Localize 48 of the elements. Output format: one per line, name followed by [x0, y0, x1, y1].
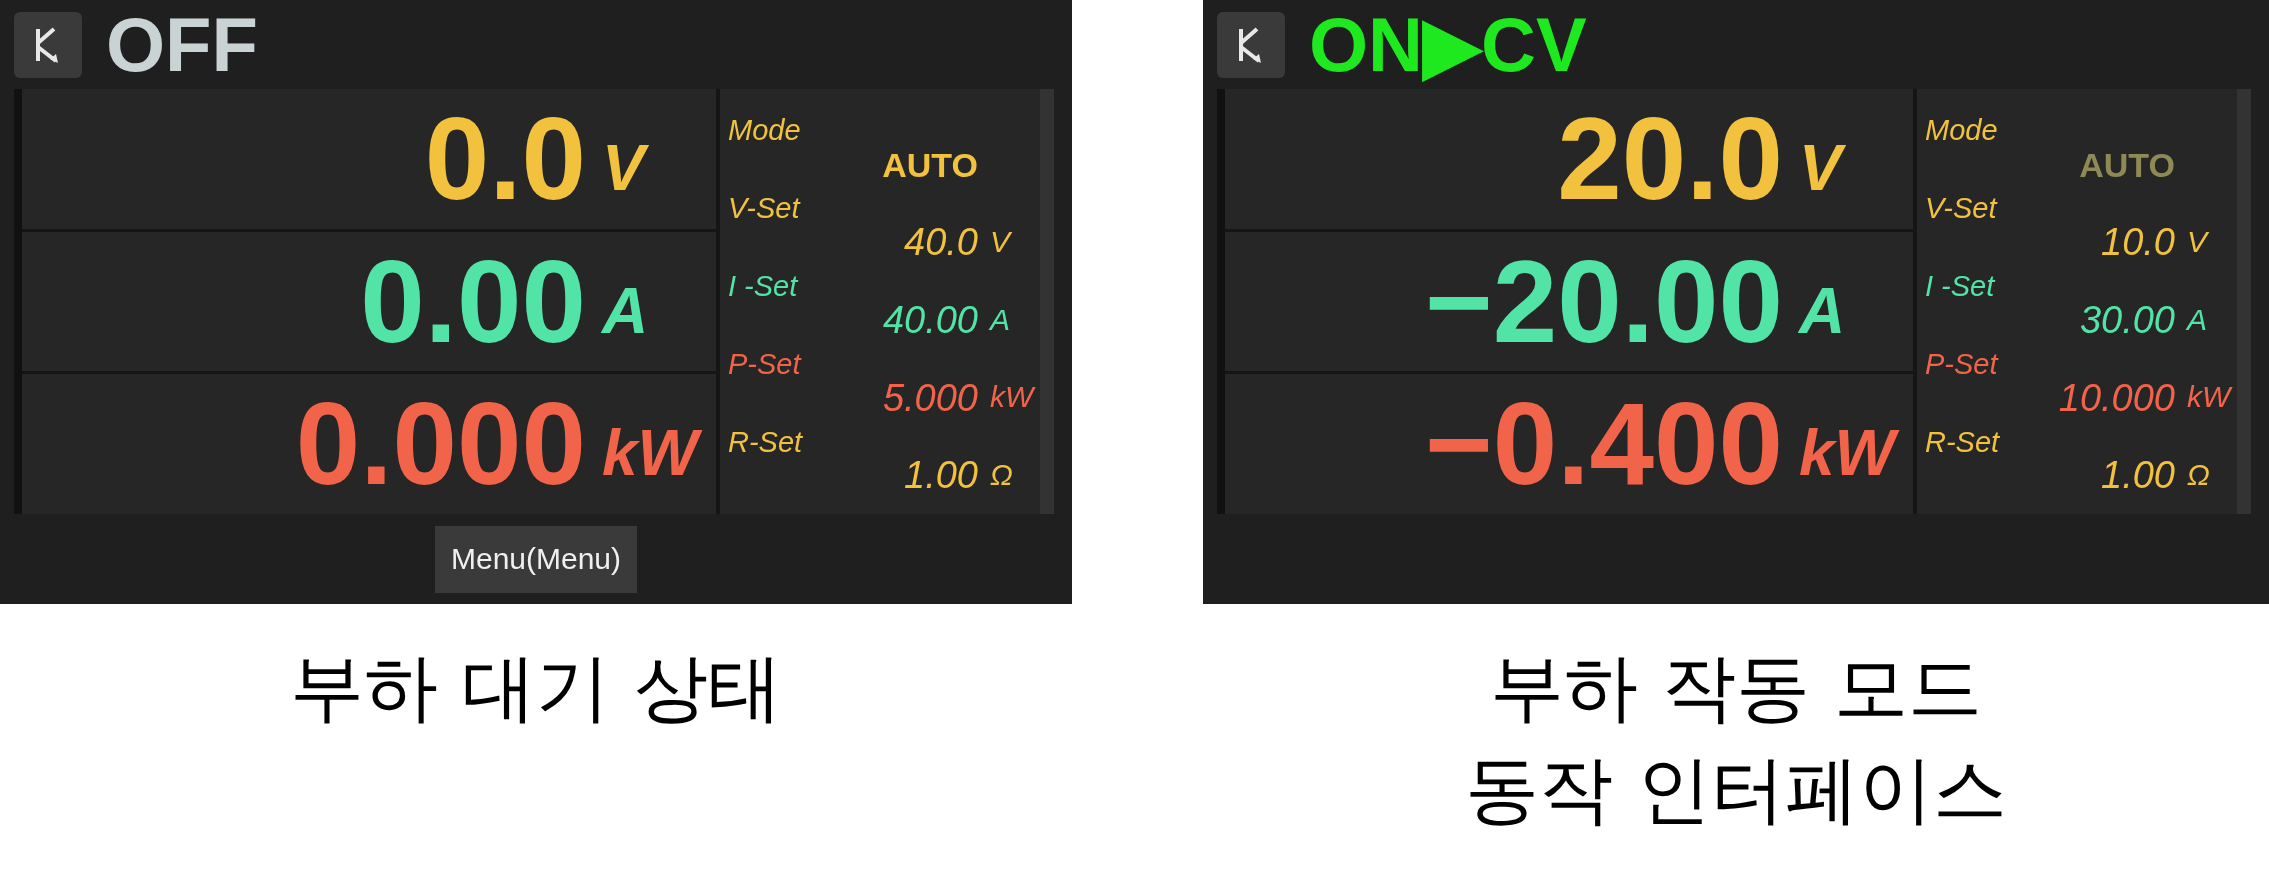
setting-value: 10.0	[2100, 223, 2175, 262]
unit-label: Ω	[2187, 457, 2211, 493]
unit-label: kW	[2187, 380, 2234, 415]
unit-label: A	[2187, 302, 2208, 338]
caption: 동작 인터페이스	[1465, 745, 2007, 834]
unit-label: kW	[1799, 417, 1903, 491]
unit-label: kW	[990, 380, 1037, 415]
setting-value: 10.000	[2057, 378, 2175, 417]
setting-label: Mode	[1925, 115, 1998, 145]
unit-label: A	[602, 274, 650, 349]
transistor-icon[interactable]	[14, 11, 82, 78]
setting-label: V-Set	[1925, 193, 1997, 223]
menu-button[interactable]: Menu(Menu)	[434, 525, 638, 593]
setting-label: V-Set	[728, 193, 800, 223]
setting-value: 1.00	[2100, 456, 2175, 495]
setting-value: 40.00	[881, 301, 978, 339]
unit-label: A	[990, 302, 1011, 338]
readout-value: 0.0	[423, 100, 586, 217]
readout-value: 20.0	[1556, 100, 1783, 217]
output-status: OFF	[106, 6, 258, 83]
setting-value: 30.00	[2078, 301, 2175, 339]
setting-label: I -Set	[1925, 271, 1995, 301]
setting-label: R-Set	[1925, 427, 2000, 457]
output-status: ON▶CV	[1309, 6, 1587, 83]
setting-value: 40.0	[903, 223, 978, 262]
setting-label: I -Set	[728, 271, 798, 301]
setting-value: 5.000	[881, 378, 978, 417]
unit-label: A	[1799, 274, 1847, 349]
readout-value: −20.00	[1423, 243, 1783, 360]
caption: 부하 작동 모드	[1490, 643, 1982, 732]
unit-label: V	[602, 132, 653, 206]
unit-label: Ω	[990, 457, 1014, 493]
unit-label: kW	[602, 417, 706, 491]
mode-value: AUTO	[2079, 147, 2175, 182]
readout-value: 0.00	[359, 243, 586, 360]
setting-label: R-Set	[728, 427, 803, 457]
setting-label: Mode	[728, 115, 801, 145]
readout-value: −0.400	[1423, 386, 1783, 503]
unit-label: V	[2187, 225, 2210, 260]
unit-label: V	[990, 225, 1013, 260]
unit-label: V	[1799, 132, 1850, 206]
readout-value: 0.000	[294, 386, 586, 503]
transistor-icon[interactable]	[1217, 11, 1285, 78]
setting-label: P-Set	[1925, 349, 1998, 379]
caption: 부하 대기 상태	[290, 643, 782, 732]
mode-value: AUTO	[882, 147, 978, 182]
setting-label: P-Set	[728, 349, 801, 379]
setting-value: 1.00	[903, 456, 978, 495]
